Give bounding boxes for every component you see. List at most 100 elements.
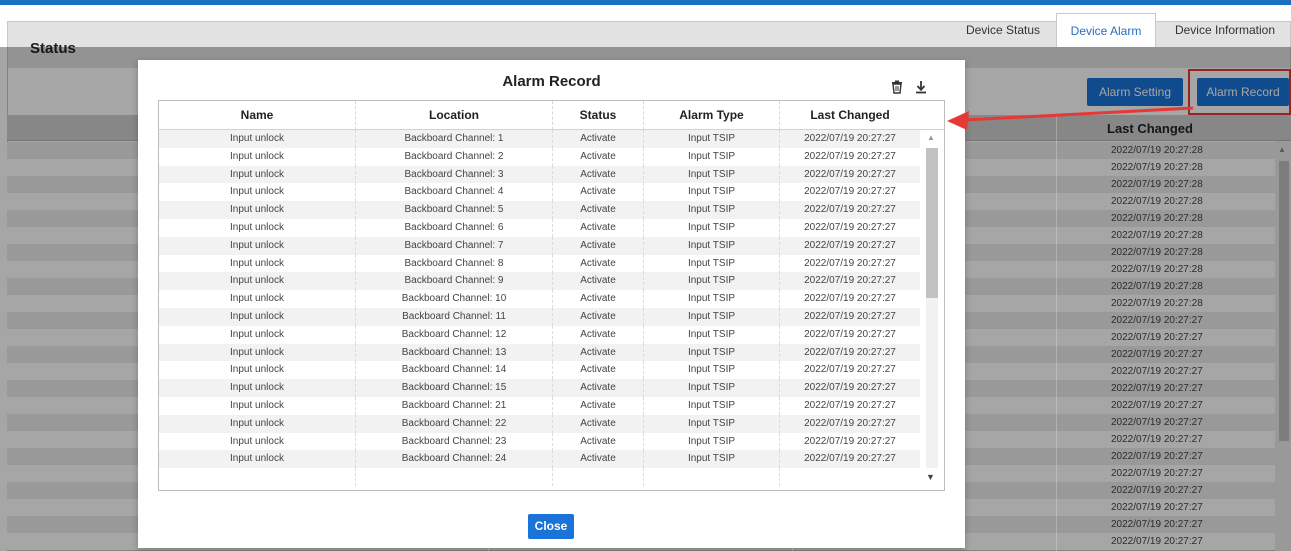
location-cell: Backboard Channel: 8	[356, 254, 553, 273]
name-cell: Input unlock	[159, 379, 356, 398]
close-button[interactable]: Close	[528, 514, 574, 539]
tab-device-information[interactable]: Device Information	[1162, 13, 1288, 47]
status-cell: Activate	[553, 290, 644, 309]
table-row[interactable]: Input unlock Backboard Channel: 12 Activat…	[159, 325, 920, 344]
last-changed-cell: 2022/07/19 20:27:27	[804, 239, 896, 251]
location-cell: Backboard Channel: 1	[356, 130, 553, 148]
last-changed-cell: 2022/07/19 20:27:27	[804, 328, 896, 340]
name-cell: Input unlock	[159, 450, 356, 469]
name-cell: Input unlock	[159, 414, 356, 433]
column-header-alarm-type[interactable]: Alarm Type	[644, 101, 780, 130]
tab-device-status[interactable]: Device Status	[955, 13, 1051, 47]
alarm-type-cell: Input TSIP	[644, 432, 780, 451]
table-row[interactable]: Input unlock Backboard Channel: 13 Activat…	[159, 343, 920, 362]
scrollbar-thumb[interactable]	[926, 148, 938, 298]
location-cell: Backboard Channel: 6	[356, 219, 553, 237]
table-row[interactable]: Input unlock Backboard Channel: 7 Activate…	[159, 236, 920, 255]
name-cell: Input unlock	[159, 201, 356, 220]
name-cell: Input unlock	[159, 272, 356, 291]
last-changed-cell: 2022/07/19 20:27:27	[804, 346, 896, 358]
table-row[interactable]	[159, 468, 920, 487]
alarm-type-cell: Input TSIP	[644, 272, 780, 291]
alarm-type-cell: Input TSIP	[644, 147, 780, 166]
alarm-type-cell: Input TSIP	[644, 201, 780, 220]
table-row[interactable]: Input unlock Backboard Channel: 24 Activat…	[159, 450, 920, 469]
name-cell: Input unlock	[159, 130, 356, 148]
name-cell: Input unlock	[159, 290, 356, 309]
location-cell: Backboard Channel: 15	[356, 379, 553, 398]
column-header-name[interactable]: Name	[159, 101, 356, 130]
status-cell: Activate	[553, 343, 644, 362]
status-cell: Activate	[553, 450, 644, 469]
name-cell: Input unlock	[159, 397, 356, 415]
dialog-title: Alarm Record	[502, 73, 601, 90]
last-changed-cell: 2022/07/19 20:27:27	[804, 382, 896, 394]
name-cell: Input unlock	[159, 183, 356, 202]
status-cell: Activate	[553, 379, 644, 398]
alarm-type-cell: Input TSIP	[644, 290, 780, 309]
column-divider	[1056, 115, 1057, 551]
alarm-type-cell: Input TSIP	[644, 450, 780, 469]
last-changed-cell: 2022/07/19 20:27:27	[804, 150, 896, 162]
location-cell: Backboard Channel: 5	[356, 201, 553, 220]
table-header: Name Location Status Alarm Type Last Cha…	[159, 101, 944, 130]
last-changed-cell: 2022/07/19 20:27:27	[804, 400, 896, 411]
column-header-status[interactable]: Status	[553, 101, 644, 130]
scrollbar-track[interactable]	[926, 148, 938, 468]
last-changed-cell: 2022/07/19 20:27:27	[804, 204, 896, 216]
alarm-type-cell: Input TSIP	[644, 219, 780, 237]
name-cell: Input unlock	[159, 165, 356, 184]
table-row[interactable]: Input unlock Backboard Channel: 14 Activat…	[159, 361, 920, 380]
location-cell: Backboard Channel: 7	[356, 236, 553, 255]
table-row[interactable]: Input unlock Backboard Channel: 4 Activate…	[159, 183, 920, 202]
table-row[interactable]: Input unlock Backboard Channel: 10 Activat…	[159, 290, 920, 309]
status-cell: Activate	[553, 361, 644, 380]
location-cell: Backboard Channel: 11	[356, 308, 553, 326]
table-scrollbar[interactable]: ▲ ▼	[920, 130, 944, 490]
alarm-type-cell: Input TSIP	[644, 414, 780, 433]
alarm-type-cell: Input TSIP	[644, 236, 780, 255]
table-row[interactable]: Input unlock Backboard Channel: 3 Activate…	[159, 165, 920, 184]
last-changed-cell	[780, 468, 920, 486]
red-arrow-icon	[947, 106, 1194, 130]
status-cell: Activate	[553, 272, 644, 291]
table-row[interactable]: Input unlock Backboard Channel: 5 Activate…	[159, 201, 920, 220]
table-row[interactable]: Input unlock Backboard Channel: 11 Activat…	[159, 308, 920, 326]
table-row[interactable]: Input unlock Backboard Channel: 21 Activat…	[159, 397, 920, 415]
status-cell: Activate	[553, 432, 644, 451]
table-row[interactable]: Input unlock Backboard Channel: 8 Activate…	[159, 254, 920, 273]
name-cell	[159, 468, 356, 487]
alarm-type-cell: Input TSIP	[644, 254, 780, 273]
location-cell: Backboard Channel: 12	[356, 325, 553, 344]
column-header-location[interactable]: Location	[356, 101, 553, 130]
location-cell	[356, 468, 553, 487]
trash-icon[interactable]	[890, 80, 906, 96]
tab-device-alarm[interactable]: Device Alarm	[1056, 13, 1156, 47]
table-row[interactable]: Input unlock Backboard Channel: 23 Activat…	[159, 432, 920, 451]
status-cell: Activate	[553, 397, 644, 415]
location-cell: Backboard Channel: 10	[356, 290, 553, 309]
status-cell: Activate	[553, 414, 644, 433]
table-row[interactable]: Input unlock Backboard Channel: 9 Activate…	[159, 272, 920, 291]
location-cell: Backboard Channel: 3	[356, 165, 553, 184]
column-header-last-changed[interactable]: Last Changed	[780, 101, 920, 130]
table-row[interactable]: Input unlock Backboard Channel: 15 Activat…	[159, 379, 920, 398]
table-row[interactable]: Input unlock Backboard Channel: 6 Activate…	[159, 219, 920, 237]
status-cell: Activate	[553, 308, 644, 326]
table-row[interactable]: Input unlock Backboard Channel: 1 Activate…	[159, 130, 920, 148]
last-changed-cell: 2022/07/19 20:27:27	[804, 435, 896, 447]
download-icon[interactable]	[914, 80, 930, 96]
scroll-up-icon[interactable]: ▲	[927, 133, 935, 142]
status-cell: Activate	[553, 236, 644, 255]
location-cell: Backboard Channel: 4	[356, 183, 553, 202]
last-changed-cell: 2022/07/19 20:27:27	[804, 222, 896, 233]
scroll-down-icon[interactable]: ▼	[926, 472, 935, 482]
last-changed-cell: 2022/07/19 20:27:27	[804, 186, 896, 198]
name-cell: Input unlock	[159, 432, 356, 451]
table-row[interactable]: Input unlock Backboard Channel: 22 Activat…	[159, 414, 920, 433]
location-cell: Backboard Channel: 2	[356, 147, 553, 166]
name-cell: Input unlock	[159, 325, 356, 344]
last-changed-cell: 2022/07/19 20:27:27	[804, 417, 896, 429]
name-cell: Input unlock	[159, 219, 356, 237]
table-row[interactable]: Input unlock Backboard Channel: 2 Activate…	[159, 147, 920, 166]
